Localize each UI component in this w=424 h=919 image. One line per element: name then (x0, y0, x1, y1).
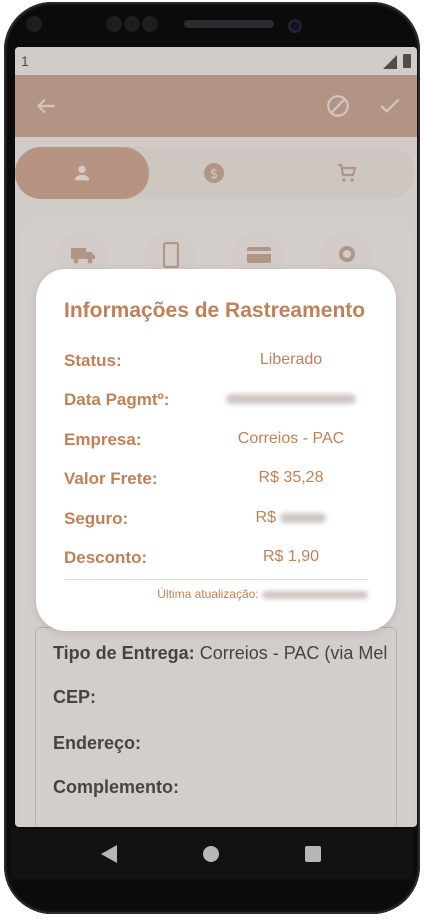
sensor-dot (142, 16, 158, 32)
dialog-title: Informações de Rastreamento (64, 299, 366, 322)
insurance-label: Seguro: (64, 509, 129, 528)
status-label: Status: (64, 351, 122, 370)
insurance-currency: R$ (255, 509, 276, 526)
phone-frame: 1 $ Tipo de Entrega: Correios - PAC (via… (4, 2, 420, 914)
company-label: Empresa: (64, 430, 142, 449)
earpiece-speaker (184, 20, 274, 28)
tracking-info-dialog: Informações de Rastreamento Status: Libe… (36, 269, 396, 631)
nav-home-icon[interactable] (203, 846, 219, 862)
discount-value: R$ 1,90 (262, 548, 320, 565)
system-nav-bar (11, 829, 413, 879)
discount-row: Desconto: R$ 1,90 (64, 548, 368, 574)
last-updated-label: Última atualização: (157, 587, 259, 601)
sensor-dot (106, 16, 122, 32)
insurance-value: R$ (214, 509, 368, 527)
company-value: Correios - PAC (237, 430, 345, 447)
payment-date-row: Data Pagmtº: (64, 390, 368, 416)
nav-back-icon[interactable] (101, 845, 117, 863)
front-camera (288, 19, 302, 33)
dialog-divider (64, 579, 368, 580)
status-row: Status: Liberado (64, 351, 368, 377)
last-updated-value (262, 590, 368, 599)
app-screen: 1 $ Tipo de Entrega: Correios - PAC (via… (15, 47, 417, 827)
discount-label: Desconto: (64, 548, 148, 567)
shipping-value-value: R$ 35,28 (258, 469, 324, 486)
insurance-row: Seguro: R$ (64, 509, 368, 535)
payment-date-value (214, 390, 368, 408)
shipping-value-label: Valor Frete: (64, 469, 158, 488)
status-value: Liberado (259, 351, 323, 368)
company-row: Empresa: Correios - PAC (64, 430, 368, 456)
sensor-dot (26, 16, 42, 32)
shipping-value-row: Valor Frete: R$ 35,28 (64, 469, 368, 495)
last-updated: Última atualização: (64, 587, 368, 601)
nav-recents-icon[interactable] (305, 846, 321, 862)
payment-date-label: Data Pagmtº: (64, 390, 170, 409)
sensor-dot (124, 16, 140, 32)
